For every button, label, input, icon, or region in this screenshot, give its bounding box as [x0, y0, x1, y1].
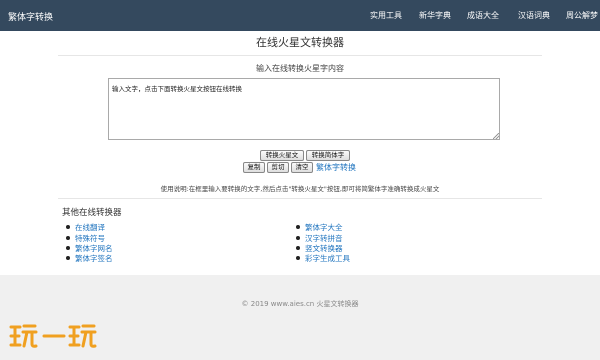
link-vertical-text[interactable]: 竖文转换器	[305, 244, 343, 253]
nav-item-idioms[interactable]: 成语大全	[467, 10, 499, 21]
list-item: 繁体字签名	[66, 253, 113, 264]
link-traditional-encyclopedia[interactable]: 繁体字大全	[305, 223, 343, 232]
bullet-icon	[296, 236, 300, 240]
nav-item-dream[interactable]: 周公解梦	[566, 10, 598, 21]
nav-item-tools[interactable]: 实用工具	[370, 10, 402, 21]
usage-divider	[58, 198, 542, 199]
bullet-icon	[66, 246, 70, 250]
bullet-icon	[66, 236, 70, 240]
cut-button[interactable]: 剪切	[267, 162, 289, 173]
link-online-translate[interactable]: 在线翻译	[75, 223, 105, 232]
bullet-icon	[296, 256, 300, 260]
bullet-icon	[296, 246, 300, 250]
title-divider	[58, 55, 542, 56]
brand-logo-text[interactable]: 繁体字转换	[8, 10, 53, 23]
bullet-icon	[296, 225, 300, 229]
copyright-text: © 2019 www.aies.cn 火星文转换器	[241, 300, 359, 308]
link-traditional-signature[interactable]: 繁体字签名	[75, 254, 113, 263]
input-label: 输入在线转换火星字内容	[256, 64, 344, 73]
resize-handle-icon[interactable]	[493, 133, 499, 139]
link-color-text-tool[interactable]: 彩字生成工具	[305, 254, 350, 263]
list-item: 在线翻译	[66, 222, 105, 233]
page-title: 在线火星文转换器	[256, 36, 344, 49]
traditional-convert-link[interactable]: 繁体字转换	[316, 162, 356, 173]
list-item: 繁体字大全	[296, 222, 343, 233]
copy-button[interactable]: 复制	[243, 162, 265, 173]
link-traditional-nickname[interactable]: 繁体字网名	[75, 244, 113, 253]
watermark-logo-icon	[9, 324, 97, 348]
usage-instructions: 使用说明:在框里输入要转换的文字,然后点击"转换火星文"按钮,即可将简繁体字准确…	[160, 185, 440, 193]
nav-item-dictionary[interactable]: 新华字典	[419, 10, 451, 21]
top-navbar: 繁体字转换 实用工具 新华字典 成语大全 汉语词典 周公解梦	[0, 0, 600, 31]
link-pinyin-convert[interactable]: 汉字转拼音	[305, 234, 343, 243]
other-converters-title: 其他在线转换器	[62, 208, 122, 218]
text-input-area[interactable]: 输入文字，点击下面转换火星文按钮在线转换	[108, 78, 500, 140]
list-item: 彩字生成工具	[296, 253, 350, 264]
bullet-icon	[66, 256, 70, 260]
link-special-symbols[interactable]: 特殊符号	[75, 234, 105, 243]
nav-item-word-dictionary[interactable]: 汉语词典	[518, 10, 550, 21]
convert-mars-button[interactable]: 转换火星文	[260, 150, 304, 161]
clear-button[interactable]: 清空	[291, 162, 313, 173]
convert-simplified-button[interactable]: 转换简体字	[306, 150, 350, 161]
bullet-icon	[66, 225, 70, 229]
